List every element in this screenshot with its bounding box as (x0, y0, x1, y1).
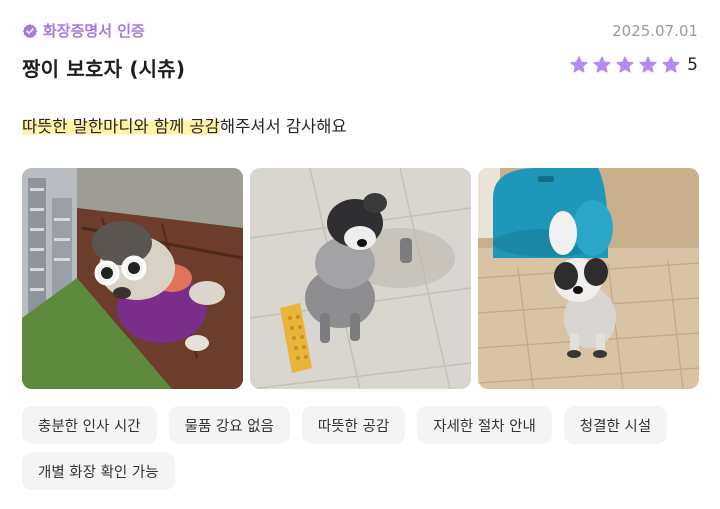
star-icon (570, 56, 588, 73)
verified-badge: 화장증명서 인증 (22, 20, 145, 41)
keyword-tags: 충분한 인사 시간 물품 강요 없음 따뜻한 공감 자세한 절차 안내 청결한 … (22, 406, 702, 490)
star-icon (616, 56, 634, 73)
review-author: 짱이 보호자 (시츄) (22, 57, 186, 81)
review-text-highlight: 따뜻한 말한마디와 함께 공감 (22, 117, 220, 136)
verified-badge-icon (22, 23, 38, 38)
review-text-rest: 해주셔서 감사해요 (219, 117, 347, 136)
tag-chip: 자세한 절차 안내 (417, 406, 552, 444)
star-icon (662, 56, 680, 73)
review-photo-2[interactable] (250, 168, 471, 389)
stars (569, 55, 681, 75)
tag-chip: 따뜻한 공감 (301, 406, 406, 444)
tag-chip: 청결한 시설 (563, 406, 668, 444)
review-photo-1[interactable] (22, 168, 243, 389)
rating-value: 5 (687, 55, 698, 75)
star-icon (593, 56, 611, 73)
review-date: 2025.07.01 (612, 22, 698, 40)
star-icon (639, 56, 657, 73)
star-rating: 5 (569, 55, 698, 75)
photo-gallery (22, 168, 699, 389)
tag-chip: 물품 강요 없음 (168, 406, 290, 444)
review-photo-3[interactable] (478, 168, 699, 389)
tag-chip: 충분한 인사 시간 (22, 406, 157, 444)
review-text: 따뜻한 말한마디와 함께 공감해주셔서 감사해요 (22, 113, 347, 137)
verified-badge-label: 화장증명서 인증 (43, 22, 145, 40)
tag-chip: 개별 화장 확인 가능 (22, 452, 175, 490)
